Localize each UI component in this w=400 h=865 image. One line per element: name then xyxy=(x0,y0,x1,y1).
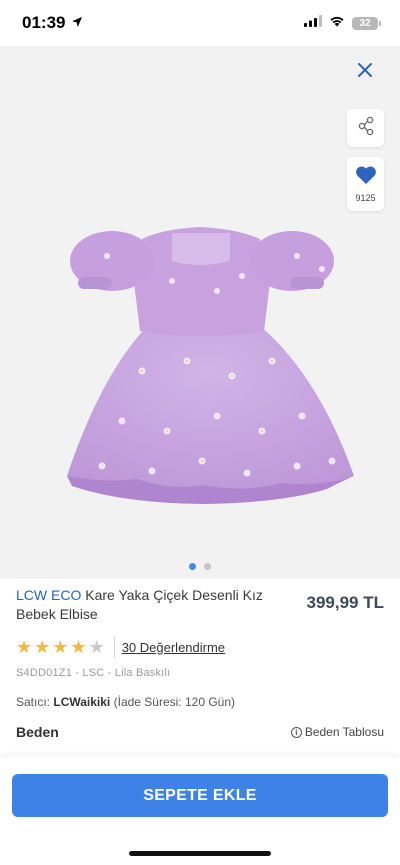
product-title: LCW ECO Kare Yaka Çiçek Desenli Kız Bebe… xyxy=(16,586,266,624)
return-info: (İade Süresi: 120 Gün) xyxy=(113,695,236,709)
close-button[interactable] xyxy=(353,60,377,84)
star-icon: ★ xyxy=(88,637,105,657)
gallery-pagination[interactable] xyxy=(0,563,400,570)
home-indicator xyxy=(129,851,271,856)
gallery-dot-2[interactable] xyxy=(204,563,211,570)
star-icon: ★ xyxy=(52,637,69,657)
seller-name[interactable]: LCWaikiki xyxy=(53,695,110,709)
size-table-link[interactable]: i Beden Tablosu xyxy=(290,725,384,739)
favorite-count: 9125 xyxy=(355,193,376,203)
share-icon xyxy=(357,116,375,141)
reviews-link[interactable]: 30 Değerlendirme xyxy=(122,640,225,655)
product-info: LCW ECO Kare Yaka Çiçek Desenli Kız Bebe… xyxy=(16,586,384,624)
seller-label: Satıcı: xyxy=(16,695,51,709)
title-row: LCW ECO Kare Yaka Çiçek Desenli Kız Bebe… xyxy=(16,586,384,624)
location-arrow-icon xyxy=(71,13,83,33)
status-bar: 01:39 32 xyxy=(0,0,400,46)
size-label: Beden xyxy=(16,724,59,740)
star-icon: ★ xyxy=(34,637,51,657)
brand-name[interactable]: LCW ECO xyxy=(16,587,81,603)
favorite-button[interactable]: 9125 xyxy=(347,157,384,211)
rating-row: ★ ★ ★ ★ ★ 30 Değerlendirme xyxy=(16,635,225,659)
gallery-dot-1[interactable] xyxy=(189,563,196,570)
seller-info: Satıcı: LCWaikiki (İade Süresi: 120 Gün) xyxy=(16,695,235,709)
status-time: 01:39 xyxy=(22,13,66,32)
signal-icon xyxy=(304,14,322,32)
info-icon: i xyxy=(290,726,302,738)
rating-divider xyxy=(113,636,115,658)
product-image xyxy=(67,227,354,504)
add-to-cart-button[interactable]: SEPETE EKLE xyxy=(12,774,388,817)
star-icon: ★ xyxy=(70,637,87,657)
close-icon xyxy=(357,62,373,83)
status-time-group: 01:39 xyxy=(22,13,83,33)
share-button[interactable] xyxy=(347,109,384,147)
wifi-icon xyxy=(329,14,345,32)
product-price: 399,99 TL xyxy=(306,593,385,612)
battery-level: 32 xyxy=(359,17,371,29)
battery-icon: 32 xyxy=(352,16,381,30)
size-table-label: Beden Tablosu xyxy=(304,725,384,739)
product-sku: S4DD01Z1 - LSC - Lila Baskılı xyxy=(16,667,171,679)
heart-icon xyxy=(355,165,377,190)
bottom-action-bar: SEPETE EKLE xyxy=(0,757,400,865)
rating-stars: ★ ★ ★ ★ ★ xyxy=(16,638,105,656)
status-indicators: 32 xyxy=(304,14,381,32)
star-icon: ★ xyxy=(16,637,33,657)
size-row: Beden i Beden Tablosu xyxy=(16,724,384,740)
product-gallery[interactable] xyxy=(0,46,400,579)
